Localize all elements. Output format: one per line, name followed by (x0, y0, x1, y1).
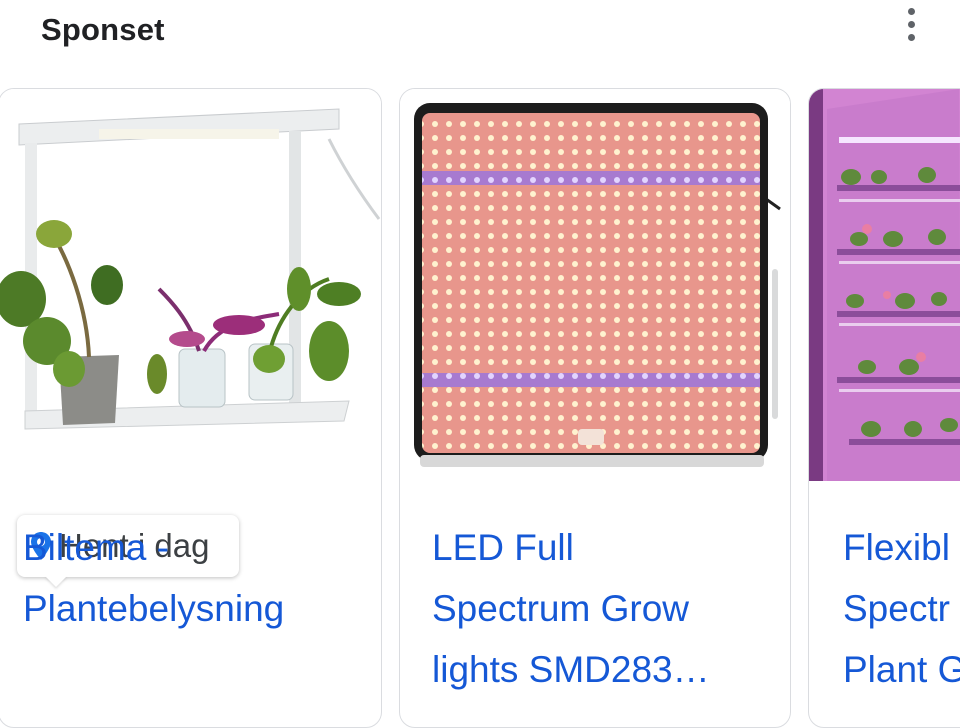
product-image[interactable] (400, 89, 790, 481)
product-title[interactable]: LED Full Spectrum Grow lights SMD283… (432, 517, 774, 700)
product-image[interactable] (809, 89, 960, 481)
product-title[interactable]: Flexibl Spectr Plant G (843, 517, 960, 700)
product-card-flexible-spectrum[interactable]: Flexibl Spectr Plant G (808, 88, 960, 728)
grow-shelf-image (809, 89, 960, 481)
product-title[interactable]: Biltema - Plantebelysning (23, 517, 365, 639)
plant-shelf-image (0, 89, 381, 481)
sponsored-label: Sponset (41, 12, 165, 47)
product-card-led-panel[interactable]: LED Full Spectrum Grow lights SMD283… (399, 88, 791, 728)
more-vert-icon[interactable] (893, 4, 929, 44)
product-card-biltema[interactable]: Hent i dag Biltema - Plantebelysning (0, 88, 382, 728)
product-image[interactable] (0, 89, 381, 481)
led-panel-image (400, 89, 790, 481)
